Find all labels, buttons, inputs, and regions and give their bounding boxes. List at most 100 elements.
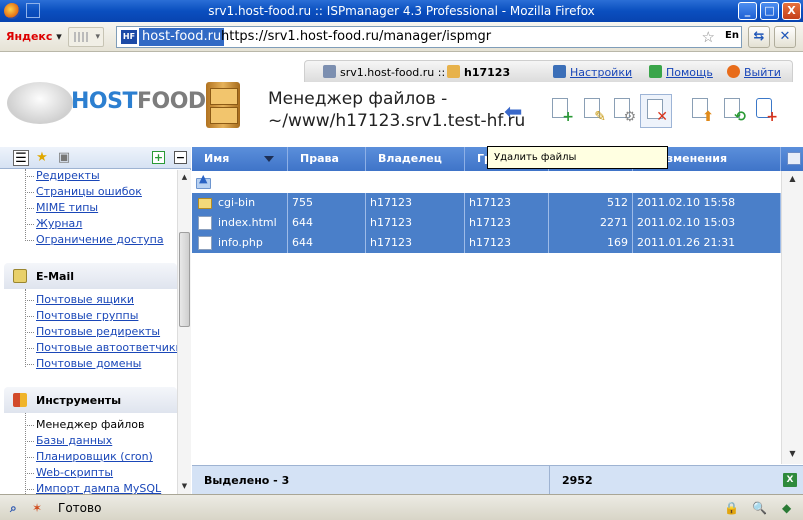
upload-button[interactable]: ⬆ (688, 96, 714, 124)
sidebar-item-mail-groups[interactable]: Почтовые группы (36, 309, 138, 322)
settings-link[interactable]: Настройки (553, 65, 632, 79)
table-scrollbar[interactable]: ▲ ▼ (781, 171, 803, 464)
sidebar-item-cron[interactable]: Планировщик (cron) (36, 450, 153, 463)
status-text: Готово (58, 501, 102, 515)
server-label: srv1.host-food.ru :: (323, 65, 445, 79)
cell-size: 2271 (549, 213, 633, 233)
edit-file-button[interactable]: ✎ (580, 96, 606, 124)
col-perms-header[interactable]: Права (288, 147, 366, 171)
sidebar-item-file-manager[interactable]: Менеджер файлов (36, 418, 145, 431)
user-infobar: srv1.host-food.ru :: h17123 Настройки По… (304, 60, 793, 82)
help-text: Помощь (666, 66, 713, 79)
sidebar-item-mail-domains[interactable]: Почтовые домены (36, 357, 141, 370)
url-text[interactable]: https://srv1.host-food.ru/manager/ispmgr (221, 28, 491, 46)
close-button[interactable]: X (782, 2, 801, 20)
bookmark-star-icon[interactable]: ☆ (702, 28, 715, 46)
cell-owner: h17123 (366, 213, 465, 233)
section-email-label: E-Mail (36, 270, 74, 283)
cell-name: index.html (192, 213, 288, 233)
sidebar-item-access-restriction[interactable]: Ограничение доступа (36, 233, 164, 246)
user-icon (447, 65, 460, 78)
sidebar-item-databases[interactable]: Базы данных (36, 434, 112, 447)
table-row[interactable]: cgi-bin 755 h17123 h17123 512 2011.02.10… (192, 193, 781, 213)
logout-link[interactable]: Выйти (727, 65, 781, 79)
site-identity-domain[interactable]: host-food.ru (139, 28, 225, 46)
cell-date: 2011.02.10 15:58 (633, 193, 781, 213)
sidebar-item-mime-types[interactable]: MIME типы (36, 201, 98, 214)
tab-tools-icon[interactable]: ▣ (56, 150, 72, 166)
minimize-button[interactable]: _ (738, 2, 757, 20)
file-properties-button[interactable]: ⚙ (610, 96, 636, 124)
tree-tick (25, 332, 34, 333)
firebug-icon[interactable]: ✶ (32, 501, 42, 515)
parent-dir-button[interactable]: ▲ (196, 173, 212, 190)
total-size: 2952 (562, 474, 593, 487)
col-owner-header[interactable]: Владелец (366, 147, 465, 171)
sort-down-icon (264, 156, 274, 162)
tab-favorites-icon[interactable]: ★ (34, 150, 50, 166)
excel-export-icon[interactable]: X (783, 473, 797, 487)
reload-icon[interactable]: ⇆ (748, 26, 770, 48)
plus-icon: + (562, 109, 574, 125)
language-indicator[interactable]: En (725, 30, 739, 41)
copy-button[interactable]: ⟲ (720, 96, 746, 124)
lock-icon[interactable]: 🔒 (724, 501, 739, 515)
maximize-button[interactable]: □ (760, 2, 779, 20)
sidebar-scrollbar[interactable]: ▲ ▼ (177, 170, 191, 494)
signal-dropdown[interactable]: ▾ (68, 27, 104, 47)
window-titlebar: srv1.host-food.ru :: ISPmanager 4.3 Prof… (0, 0, 803, 22)
archive-button[interactable]: + (752, 96, 778, 124)
address-bar[interactable]: HF host-food.ru https://srv1.host-food.r… (116, 26, 742, 48)
section-email[interactable]: E-Mail (4, 263, 177, 289)
help-link[interactable]: Помощь (649, 65, 713, 79)
tree-tick (25, 192, 34, 193)
section-tools[interactable]: Инструменты (4, 387, 177, 413)
page-title: Менеджер файлов - ~/www/h17123.srv1.test… (268, 88, 525, 132)
tree-tick (25, 364, 34, 365)
back-arrow-icon[interactable]: ⬅ (504, 102, 522, 124)
sidebar-item-log[interactable]: Журнал (36, 217, 82, 230)
gear-icon: ⚙ (623, 109, 636, 125)
cell-date: 2011.01.26 21:31 (633, 233, 781, 253)
power-icon (727, 65, 740, 78)
addon-icon[interactable]: ◆ (782, 501, 791, 515)
stop-icon[interactable]: ✕ (774, 26, 796, 48)
new-file-button[interactable]: + (548, 96, 574, 124)
tooltip: Удалить файлы (487, 146, 668, 169)
scroll-up-icon[interactable]: ▲ (179, 172, 190, 183)
expand-all-button[interactable]: + (152, 151, 165, 164)
tree-tick (25, 489, 34, 490)
scroll-down-icon[interactable]: ▼ (179, 481, 190, 492)
scrollbar-thumb[interactable] (179, 232, 190, 327)
browser-toolbar: Яндекс ▾ ▾ HF host-food.ru https://srv1.… (0, 22, 803, 52)
column-select-icon[interactable] (787, 152, 801, 165)
sidebar-item-redirects[interactable]: Редиректы (36, 169, 100, 182)
scroll-up-icon[interactable]: ▲ (786, 174, 799, 186)
tree-tick (25, 425, 34, 426)
logo-food: FOOD (136, 89, 206, 114)
tab-list-icon[interactable]: ☰ (13, 150, 29, 166)
delete-files-button[interactable]: ✕ (640, 94, 672, 128)
sidebar-item-mail-redirects[interactable]: Почтовые редиректы (36, 325, 160, 338)
sidebar-item-mailboxes[interactable]: Почтовые ящики (36, 293, 134, 306)
zoom-icon[interactable]: 🔍 (752, 501, 767, 515)
yandex-search-button[interactable]: Яндекс ▾ (6, 30, 62, 43)
table-row[interactable]: info.php 644 h17123 h17123 169 2011.01.2… (192, 233, 781, 253)
scroll-down-icon[interactable]: ▼ (786, 449, 799, 461)
col-name-header[interactable]: Имя (192, 147, 288, 171)
sidebar-item-web-scripts[interactable]: Web-скрипты (36, 466, 113, 479)
sidebar-item-error-pages[interactable]: Страницы ошибок (36, 185, 142, 198)
file-table-panel: Имя Права Владелец Гр ата изменения ▲ cg… (192, 147, 803, 495)
table-row[interactable]: index.html 644 h17123 h17123 2271 2011.0… (192, 213, 781, 233)
cell-owner: h17123 (366, 193, 465, 213)
sidebar-item-autoresponders[interactable]: Почтовые автоответчики (36, 341, 183, 354)
cell-date: 2011.02.10 15:03 (633, 213, 781, 233)
section-tools-label: Инструменты (36, 394, 122, 407)
collapse-all-button[interactable]: − (174, 151, 187, 164)
search-icon[interactable]: ⌕ (10, 501, 17, 516)
copy-arrows-icon: ⟲ (734, 109, 746, 125)
tree-tick (25, 441, 34, 442)
cell-perms: 644 (288, 233, 366, 253)
server-text: srv1.host-food.ru :: (340, 66, 446, 79)
upload-arrow-icon: ⬆ (702, 109, 714, 125)
